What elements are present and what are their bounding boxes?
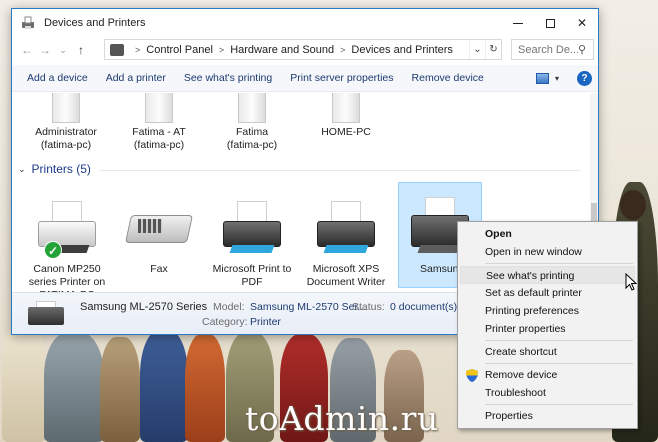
refresh-button[interactable]: ↻ — [485, 40, 501, 59]
menu-item-open-new-window[interactable]: Open in new window — [460, 243, 635, 261]
computer-icon — [238, 93, 266, 123]
add-device-button[interactable]: Add a device — [12, 72, 97, 84]
printer-tile[interactable]: Fax — [119, 197, 199, 276]
mouse-cursor-icon — [625, 273, 637, 291]
computer-icon — [332, 93, 360, 123]
device-host: (fatima-pc) — [40, 139, 92, 151]
status-value: 0 document(s) i — [390, 301, 463, 313]
recent-locations-button[interactable]: ⌄ — [54, 45, 72, 56]
menu-item-see-whats-printing[interactable]: See what's printing — [460, 266, 635, 284]
computer-icon — [52, 93, 80, 123]
printer-icon — [311, 197, 381, 259]
wallpaper-figure — [140, 330, 188, 442]
computer-icon — [145, 93, 173, 123]
device-name: Fatima — [235, 126, 269, 138]
help-icon[interactable]: ? — [577, 71, 592, 86]
wallpaper-head — [620, 190, 646, 220]
device-tile[interactable]: HOME-PC — [306, 93, 386, 139]
printers-group-label: Printers (5) — [31, 162, 91, 176]
menu-item-properties[interactable]: Properties — [460, 407, 635, 425]
device-name: HOME-PC — [321, 126, 371, 138]
up-button[interactable]: ↑ — [72, 43, 90, 57]
search-input[interactable] — [518, 43, 578, 56]
back-button[interactable]: ← — [18, 43, 36, 57]
menu-item-create-shortcut[interactable]: Create shortcut — [460, 343, 635, 361]
maximize-icon — [545, 18, 555, 28]
printer-name: Fax — [150, 263, 168, 275]
device-tile[interactable]: Administrator (fatima-pc) — [26, 93, 106, 152]
device-host: (fatima-pc) — [133, 139, 185, 151]
selected-device-name: Samsung ML-2570 Series — [80, 301, 208, 313]
control-panel-icon — [110, 43, 124, 56]
device-host: (fatima-pc) — [226, 139, 278, 151]
status-label: Status: — [352, 301, 385, 313]
minimize-icon — [513, 22, 523, 24]
menu-separator — [485, 363, 633, 364]
device-name: Fatima - AT — [132, 126, 186, 138]
printer-thumbnail-icon — [26, 299, 66, 329]
forward-button[interactable]: → — [36, 43, 54, 57]
fax-icon — [124, 197, 194, 259]
title-bar[interactable]: Devices and Printers ✕ — [12, 9, 598, 37]
model-label: Model: — [213, 301, 245, 313]
chevron-down-icon: ⌄ — [18, 163, 26, 174]
device-name: Administrator — [35, 126, 97, 138]
search-box[interactable]: ⚲ — [511, 39, 594, 60]
printer-name: Microsoft Print to PDF — [212, 263, 292, 288]
printer-name: Microsoft XPS Document Writer — [306, 263, 386, 288]
printer-tile[interactable]: Microsoft XPS Document Writer — [306, 197, 386, 289]
wallpaper-figure — [185, 334, 225, 442]
menu-separator — [485, 263, 633, 264]
menu-separator — [485, 340, 633, 341]
model-value: Samsung ML-2570 Ser... — [250, 301, 367, 313]
menu-separator — [485, 404, 633, 405]
breadcrumb-control-panel[interactable]: Control Panel — [146, 44, 213, 56]
printer-icon — [217, 197, 287, 259]
chevron-right-icon: > — [340, 44, 346, 55]
default-printer-check-icon: ✓ — [44, 241, 62, 259]
address-dropdown-button[interactable]: ⌄ — [469, 40, 485, 59]
wallpaper-figure — [2, 322, 46, 442]
menu-item-troubleshoot[interactable]: Troubleshoot — [460, 384, 635, 402]
see-whats-printing-button[interactable]: See what's printing — [175, 72, 281, 84]
watermark: toAdmin.ru — [245, 399, 439, 438]
menu-item-set-default-printer[interactable]: Set as default printer — [460, 284, 635, 302]
maximize-button[interactable] — [534, 9, 566, 37]
menu-item-printer-properties[interactable]: Printer properties — [460, 320, 635, 338]
breadcrumb-hardware-and-sound[interactable]: Hardware and Sound — [230, 44, 334, 56]
category-value: Printer — [250, 316, 281, 328]
close-button[interactable]: ✕ — [566, 9, 598, 37]
view-options-dropdown[interactable]: ▾ — [555, 74, 559, 83]
remove-device-button[interactable]: Remove device — [403, 72, 493, 84]
menu-item-printing-preferences[interactable]: Printing preferences — [460, 302, 635, 320]
uac-shield-icon — [466, 369, 478, 382]
command-bar: Add a device Add a printer See what's pr… — [12, 65, 598, 92]
wallpaper-figure — [100, 337, 140, 442]
printer-tile[interactable]: Microsoft Print to PDF — [212, 197, 292, 289]
window-title: Devices and Printers — [44, 17, 146, 29]
group-divider — [100, 170, 580, 171]
print-server-properties-button[interactable]: Print server properties — [281, 72, 402, 84]
device-tile[interactable]: Fatima - AT (fatima-pc) — [119, 93, 199, 152]
printer-tile[interactable]: ✓ Canon MP250 series Printer on FATIMA-P… — [26, 197, 108, 297]
add-printer-button[interactable]: Add a printer — [97, 72, 175, 84]
change-view-icon[interactable] — [535, 73, 549, 84]
menu-item-label: Remove device — [485, 369, 558, 381]
wallpaper-figure — [44, 332, 104, 442]
search-icon[interactable]: ⚲ — [578, 43, 586, 56]
chevron-right-icon: > — [135, 44, 141, 55]
minimize-button[interactable] — [502, 9, 534, 37]
chevron-right-icon: > — [218, 44, 225, 55]
address-bar[interactable]: > Control Panel > Hardware and Sound > D… — [104, 39, 502, 60]
menu-item-open[interactable]: Open — [460, 225, 635, 243]
category-label: Category: — [202, 316, 248, 328]
device-tile[interactable]: Fatima (fatima-pc) — [212, 93, 292, 152]
printers-group-header[interactable]: ⌄ Printers (5) — [18, 162, 91, 176]
breadcrumb-devices-and-printers[interactable]: Devices and Printers — [351, 44, 453, 56]
context-menu: Open Open in new window See what's print… — [457, 221, 638, 429]
menu-item-remove-device[interactable]: Remove device — [460, 366, 635, 384]
devices-printers-icon — [21, 16, 35, 30]
printer-icon: ✓ — [32, 197, 102, 259]
